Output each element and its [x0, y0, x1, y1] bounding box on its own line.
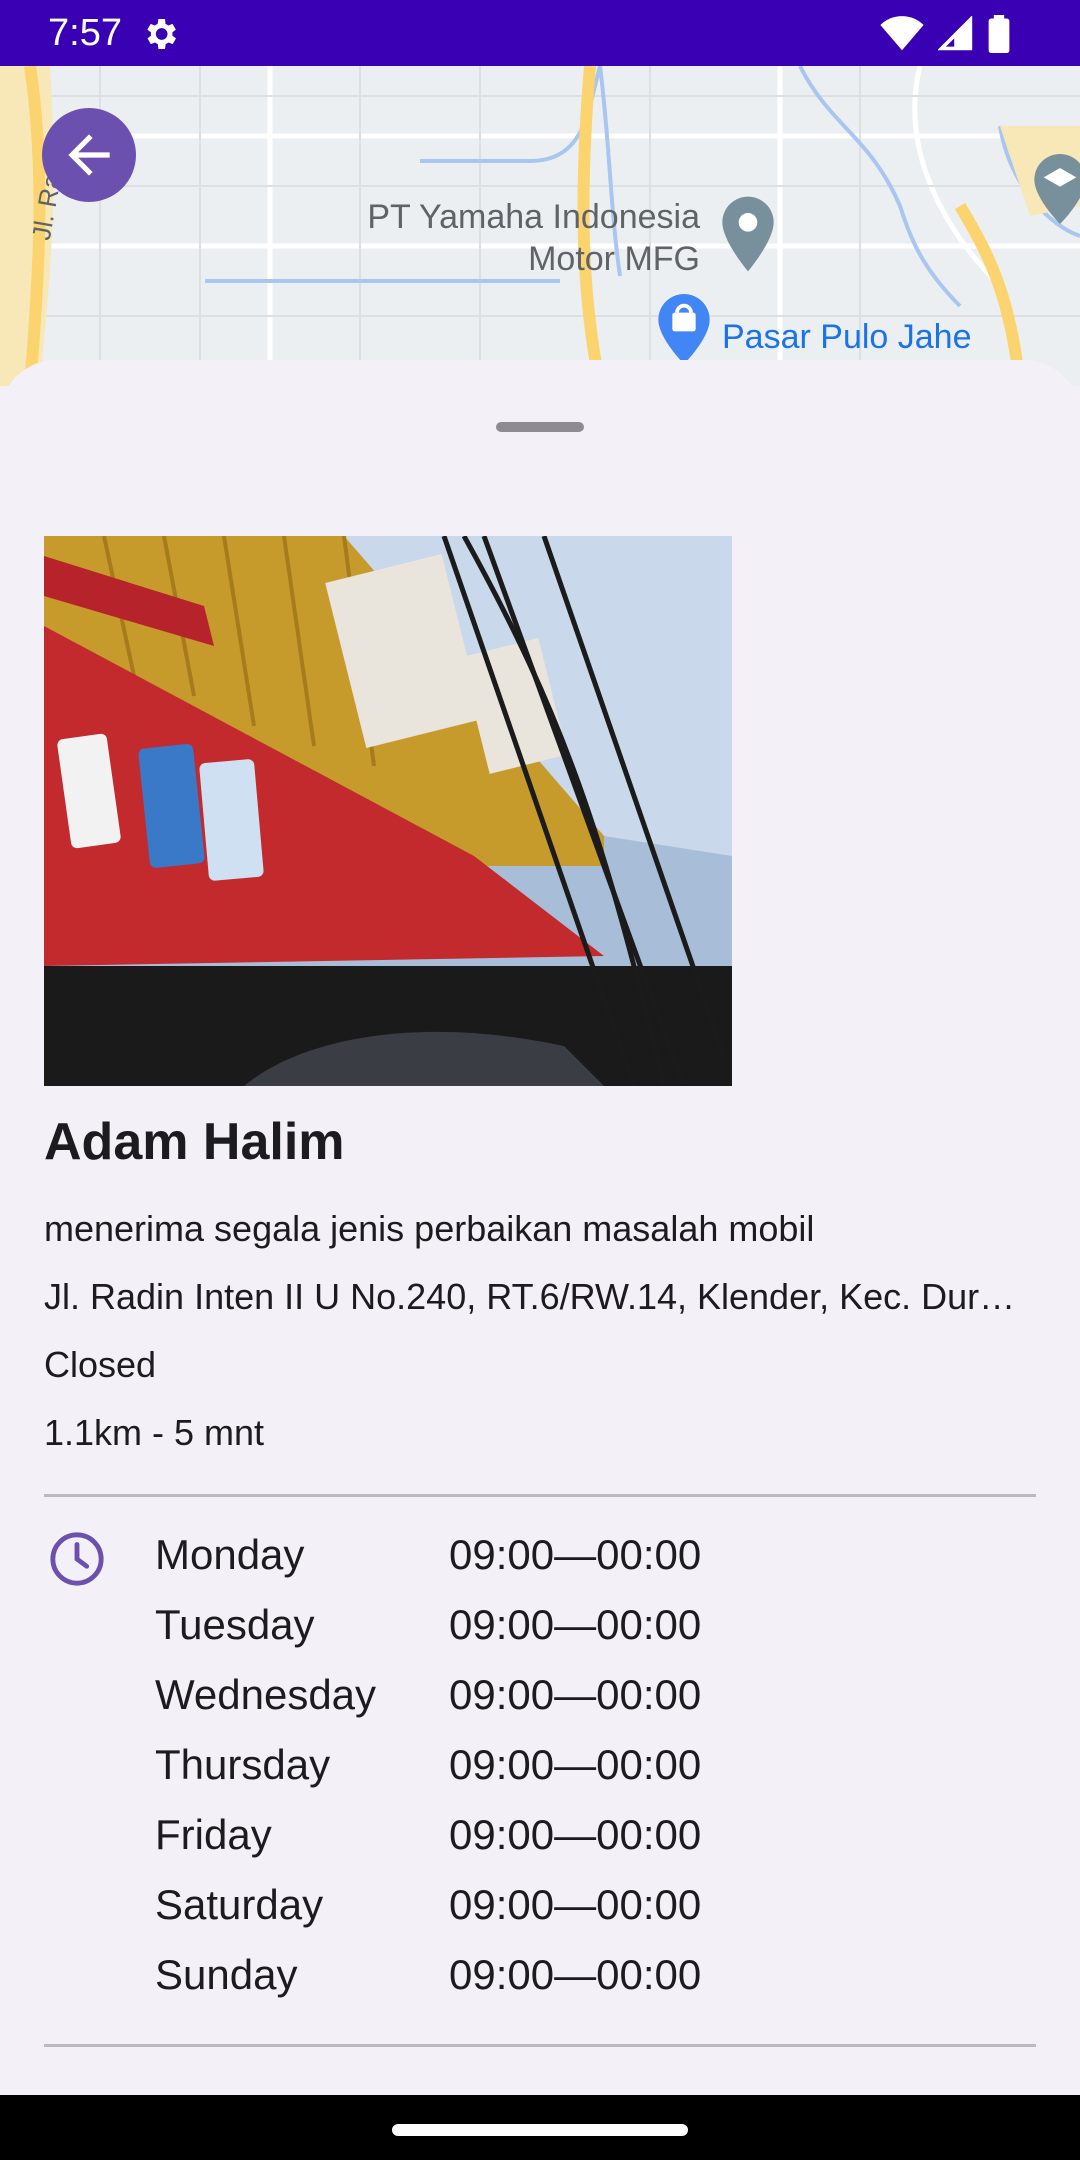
cell-signal-icon — [938, 16, 973, 51]
hours-day: Monday — [155, 1531, 305, 1578]
hours-time: 09:00—00:00 — [449, 1671, 702, 1718]
status-time: 7:57 — [48, 12, 122, 54]
place-detail-sheet: Adam Halim menerima segala jenis perbaik… — [0, 360, 1080, 2095]
map-poi-label-yamaha: PT Yamaha Indonesia Motor MFG — [340, 196, 700, 280]
opening-hours-list: Monday 09:00—00:00 Tuesday 09:00—00:00 Wed… — [155, 1520, 701, 2010]
place-address: Jl. Radin Inten II U No.240, RT.6/RW.14,… — [44, 1276, 1034, 1317]
hours-time: 09:00—00:00 — [449, 1601, 702, 1648]
hours-day: Friday — [155, 1811, 272, 1858]
hours-day: Thursday — [155, 1741, 331, 1788]
hours-time: 09:00—00:00 — [449, 1811, 702, 1858]
clock-icon — [50, 1532, 104, 1586]
shopping-bag-pin-icon[interactable] — [655, 294, 713, 364]
divider — [44, 1494, 1036, 1497]
status-bar: 7:57 — [0, 0, 1080, 66]
wifi-icon — [880, 16, 924, 51]
hours-row-tuesday: Tuesday 09:00—00:00 — [155, 1590, 701, 1660]
school-pin-icon[interactable] — [1032, 154, 1080, 224]
hours-row-monday: Monday 09:00—00:00 — [155, 1520, 701, 1590]
hours-time: 09:00—00:00 — [449, 1881, 702, 1928]
divider — [44, 2044, 1036, 2047]
battery-icon — [988, 15, 1010, 53]
map-pin-icon[interactable] — [720, 196, 776, 272]
hours-row-sunday: Sunday 09:00—00:00 — [155, 1940, 701, 2010]
hours-time: 09:00—00:00 — [449, 1531, 702, 1578]
hours-day: Wednesday — [155, 1671, 377, 1718]
hours-row-wednesday: Wednesday 09:00—00:00 — [155, 1660, 701, 1730]
hours-time: 09:00—00:00 — [449, 1741, 702, 1788]
hours-row-thursday: Thursday 09:00—00:00 — [155, 1730, 701, 1800]
hours-time: 09:00—00:00 — [449, 1951, 702, 1998]
home-gesture-handle[interactable] — [392, 2124, 688, 2136]
sheet-drag-handle[interactable] — [496, 422, 584, 432]
map-poi-yamaha-line2: Motor MFG — [528, 240, 700, 278]
arrow-back-icon — [68, 134, 110, 176]
place-photo — [44, 536, 732, 1086]
settings-gear-icon — [147, 19, 176, 49]
hours-day: Tuesday — [155, 1601, 315, 1648]
hours-row-friday: Friday 09:00—00:00 — [155, 1800, 701, 1870]
place-photo-image — [44, 536, 732, 1086]
hours-day: Sunday — [155, 1951, 298, 1998]
back-button[interactable] — [42, 108, 136, 202]
place-description: menerima segala jenis perbaikan masalah … — [44, 1208, 815, 1249]
map-poi-yamaha-line1: PT Yamaha Indonesia — [367, 198, 700, 236]
place-name: Adam Halim — [44, 1113, 345, 1171]
map-view[interactable]: PT Yamaha Indonesia Motor MFG Pasar Pulo… — [0, 66, 1080, 386]
hours-row-saturday: Saturday 09:00—00:00 — [155, 1870, 701, 1940]
hours-day: Saturday — [155, 1881, 324, 1928]
map-poi-pasar: Pasar Pulo Jahe — [722, 318, 972, 356]
place-open-status: Closed — [44, 1344, 157, 1385]
place-distance: 1.1km - 5 mnt — [44, 1412, 265, 1453]
